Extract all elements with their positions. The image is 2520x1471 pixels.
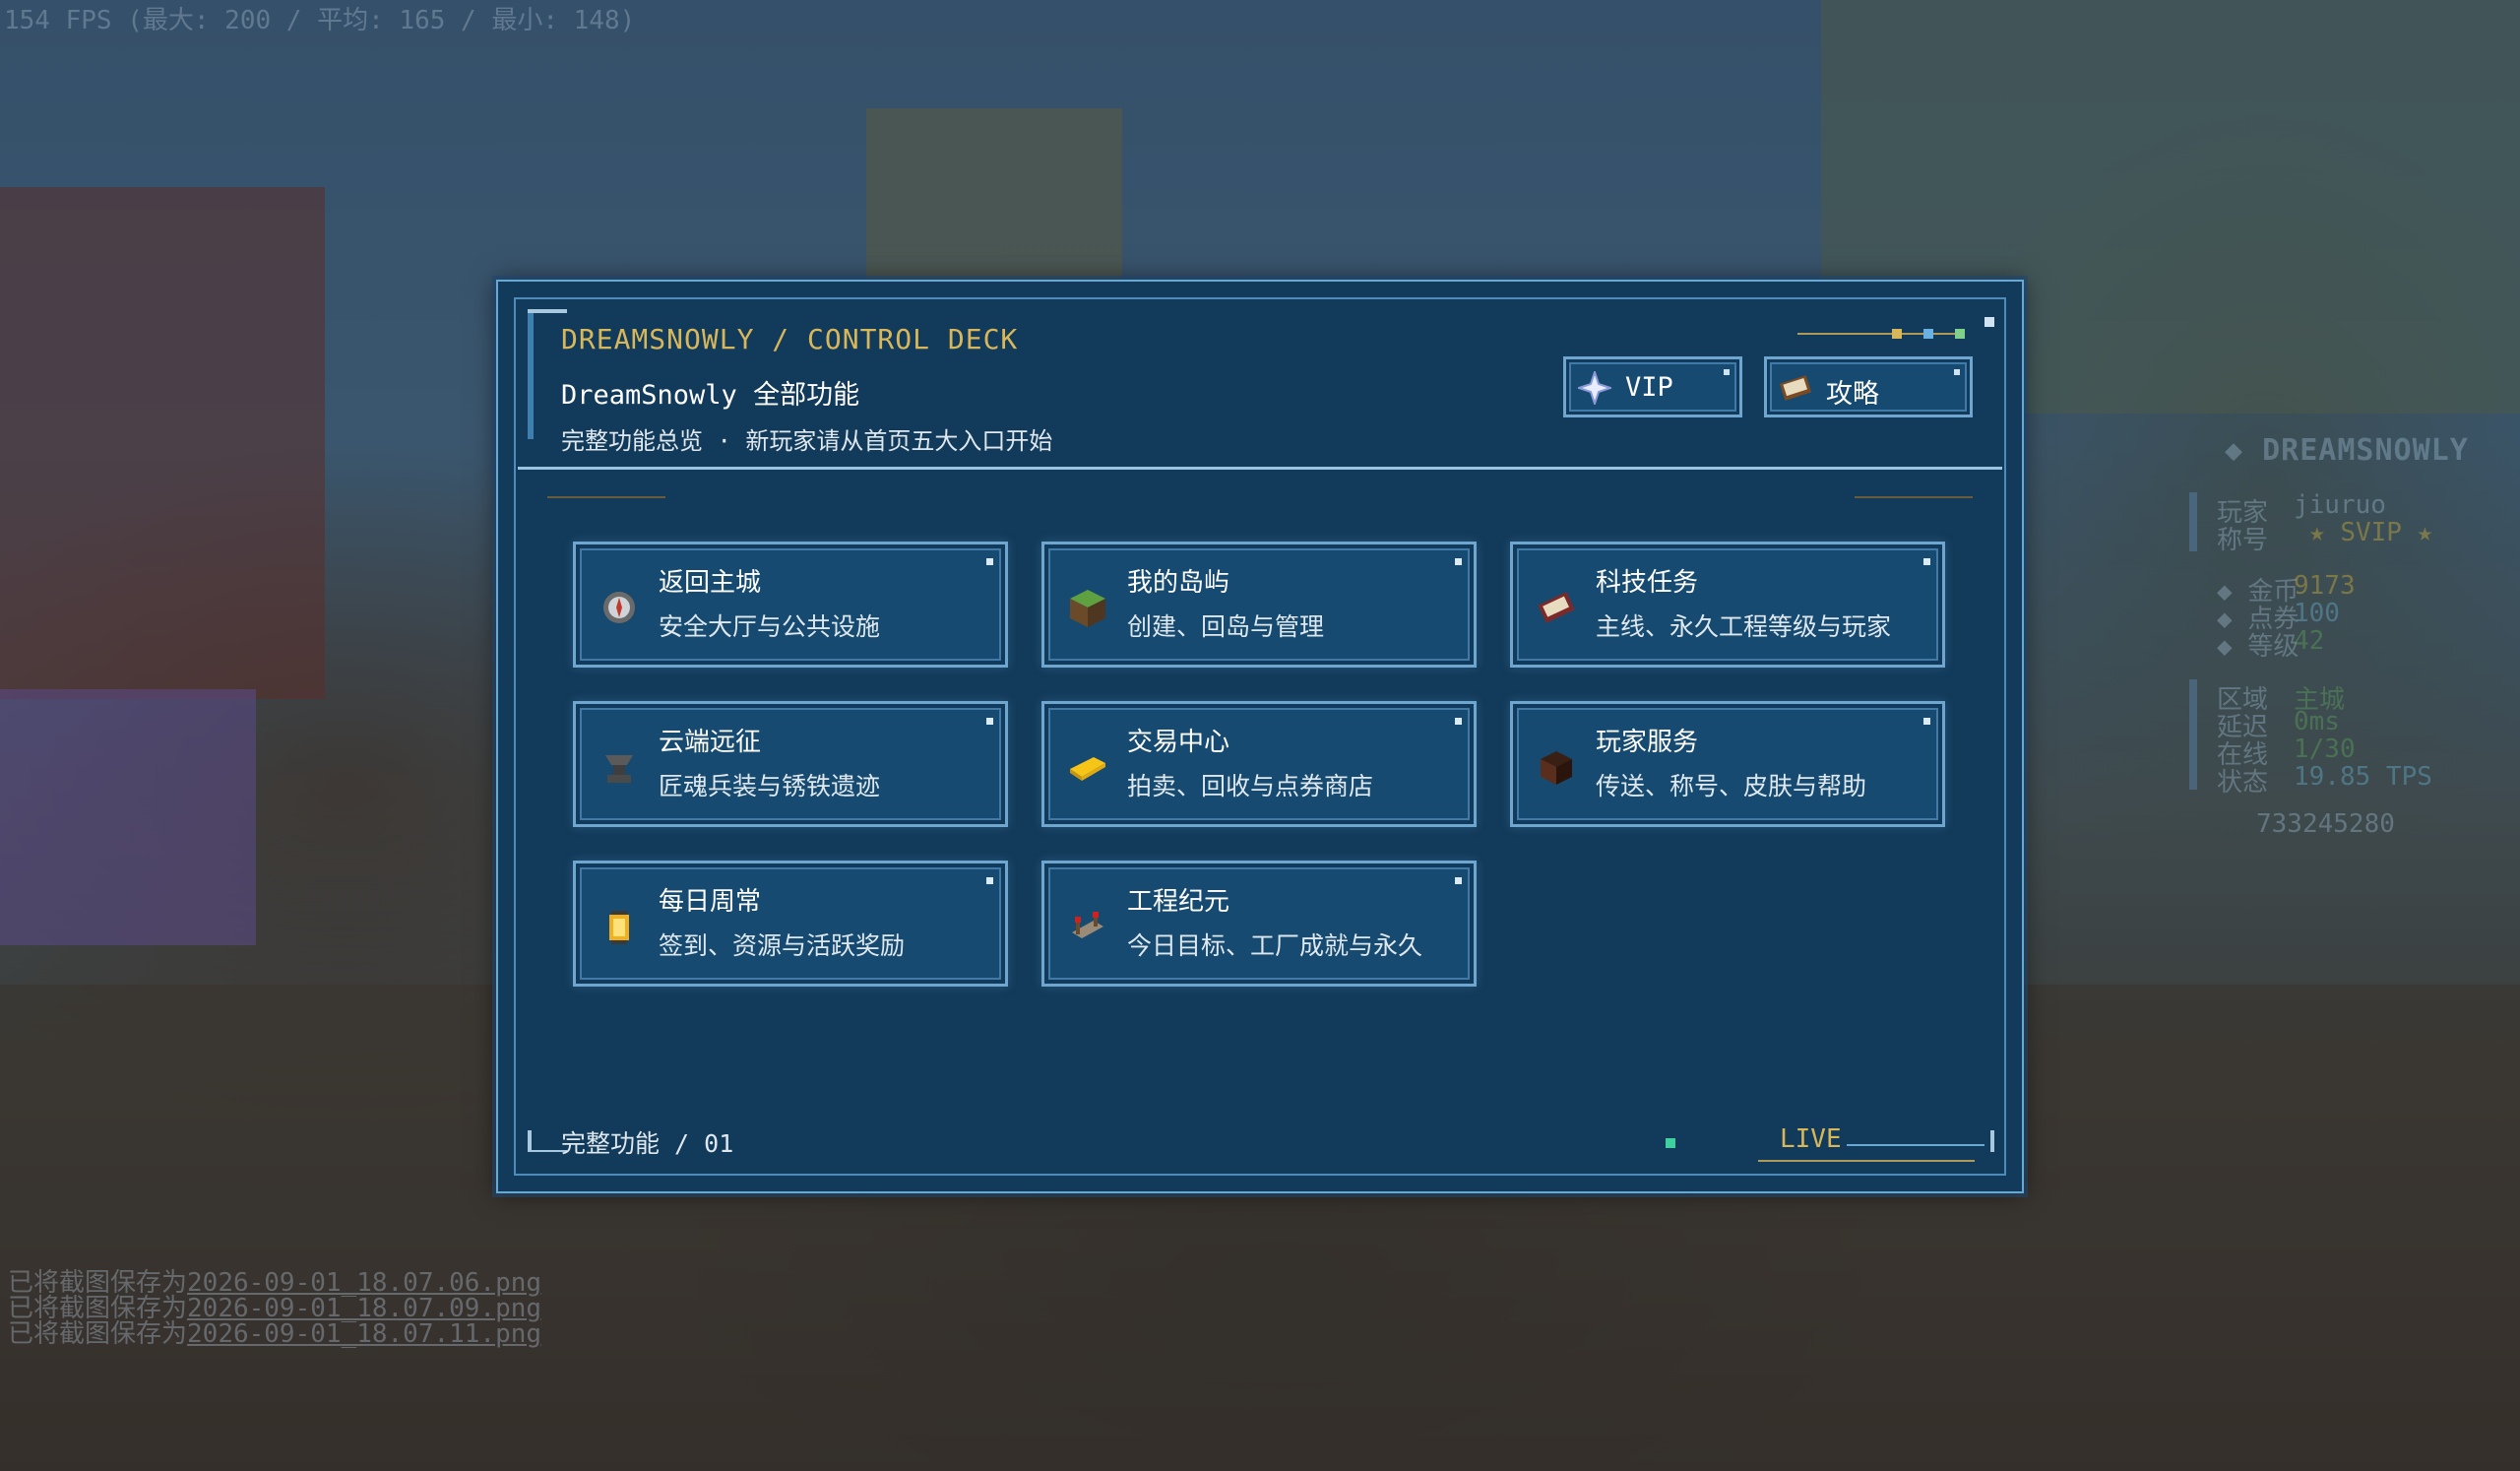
- book-icon: [1538, 592, 1575, 623]
- sparkle-icon: [1578, 371, 1611, 405]
- card-dot: [986, 877, 993, 884]
- panel-title-en: DREAMSNOWLY / CONTROL DECK: [561, 323, 1019, 355]
- card-description: 匠魂兵装与锈铁遗迹: [659, 772, 881, 800]
- menu-card-cloud-expedition[interactable]: 云端远征 匠魂兵装与锈铁遗迹: [573, 701, 1008, 827]
- card-description: 安全大厅与公共设施: [659, 612, 881, 641]
- compass-icon: [603, 592, 635, 623]
- header-accent-bar: [528, 311, 534, 439]
- card-title: 玩家服务: [1596, 728, 1699, 757]
- gold-ingot-icon: [1070, 757, 1105, 781]
- building-block: [0, 187, 325, 699]
- grass-block-icon: [1070, 590, 1105, 627]
- guide-button[interactable]: 攻略: [1764, 356, 1973, 417]
- card-dot: [1455, 718, 1462, 725]
- chat-line: 已将截图保存为2026-09-01_18.07.06.png: [8, 1270, 541, 1296]
- deco-line: [1797, 333, 1965, 335]
- chat-line: 已将截图保存为2026-09-01_18.07.09.png: [8, 1296, 541, 1321]
- card-description: 拍卖、回收与点券商店: [1127, 772, 1374, 800]
- hud-ping-value: 0ms: [2294, 707, 2340, 736]
- card-description: 传送、称号、皮肤与帮助: [1596, 772, 1867, 800]
- card-title: 交易中心: [1127, 728, 1230, 757]
- hud-level-label: ◆ 等级: [2217, 632, 2300, 662]
- anvil-icon: [605, 755, 633, 783]
- card-description: 签到、资源与活跃奖励: [659, 931, 906, 960]
- menu-card-tech-quests[interactable]: 科技任务 主线、永久工程等级与玩家: [1510, 542, 1945, 668]
- hud-bar: [2189, 492, 2197, 551]
- panel-subtitle: 完整功能总览 · 新玩家请从首页五大入口开始: [561, 427, 1053, 455]
- deco-dot: [1984, 317, 1994, 327]
- chat-line: 已将截图保存为2026-09-01_18.07.11.png: [8, 1321, 541, 1347]
- fps-counter: 154 FPS (最大: 200 / 平均: 165 / 最小: 148): [4, 6, 636, 35]
- footer-corner-right: [1990, 1130, 1994, 1152]
- player-head-icon: [1541, 751, 1572, 785]
- menu-card-engineering-era[interactable]: 工程纪元 今日目标、工厂成就与永久: [1041, 861, 1477, 987]
- menu-card-player-services[interactable]: 玩家服务 传送、称号、皮肤与帮助: [1510, 701, 1945, 827]
- redstone-icon: [1072, 912, 1103, 938]
- hud-title-value: ★ SVIP ★: [2309, 518, 2433, 547]
- button-dot: [1954, 369, 1960, 375]
- hud-brand: ◆ DREAMSNOWLY: [2225, 433, 2469, 468]
- hud-online-value: 1/30: [2294, 735, 2356, 764]
- menu-card-return-spawn[interactable]: 返回主城 安全大厅与公共设施: [573, 542, 1008, 668]
- corner-decoration: [528, 309, 567, 313]
- control-deck-panel: DREAMSNOWLY / CONTROL DECK DreamSnowly 全…: [496, 280, 2024, 1193]
- footer-line-right: [1847, 1144, 1984, 1146]
- card-description: 创建、回岛与管理: [1127, 612, 1325, 641]
- screenshot-link[interactable]: 2026-09-01_18.07.11.png: [187, 1319, 541, 1349]
- card-dot: [1455, 558, 1462, 565]
- deco-dot: [1892, 329, 1902, 339]
- guide-button-label: 攻略: [1826, 379, 1879, 410]
- flowers-block: [0, 689, 256, 945]
- menu-card-trade-center[interactable]: 交易中心 拍卖、回收与点券商店: [1041, 701, 1477, 827]
- header-divider: [518, 467, 2002, 470]
- lantern-icon: [609, 911, 629, 944]
- chat-log: 已将截图保存为2026-09-01_18.07.06.png 已将截图保存为20…: [8, 1270, 541, 1347]
- hud-status-value: 19.85 TPS: [2294, 762, 2432, 792]
- card-description: 主线、永久工程等级与玩家: [1596, 612, 1892, 641]
- hud-brand-text: DREAMSNOWLY: [2262, 433, 2469, 468]
- hud-status-label: 状态: [2217, 768, 2269, 798]
- card-dot: [986, 558, 993, 565]
- footer-live-underline: [1758, 1160, 1975, 1162]
- vip-button-label: VIP: [1625, 372, 1673, 403]
- menu-card-daily-weekly[interactable]: 每日周常 签到、资源与活跃奖励: [573, 861, 1008, 987]
- hud-points-value: 100: [2294, 599, 2340, 628]
- card-title: 每日周常: [659, 887, 762, 917]
- deco-dot: [1923, 329, 1933, 339]
- card-title: 返回主城: [659, 568, 762, 598]
- hud-gold-value: 9173: [2294, 571, 2356, 601]
- status-dot: [1666, 1138, 1675, 1148]
- menu-card-my-island[interactable]: 我的岛屿 创建、回岛与管理: [1041, 542, 1477, 668]
- card-title: 工程纪元: [1127, 887, 1230, 917]
- hud-level-label-text: 等级: [2247, 632, 2300, 662]
- chat-prefix: 已将截图保存为: [8, 1319, 188, 1349]
- vip-button[interactable]: VIP: [1563, 356, 1742, 417]
- footer-page-indicator: 完整功能 / 01: [561, 1129, 734, 1158]
- card-title: 科技任务: [1596, 568, 1699, 598]
- card-description: 今日目标、工厂成就与永久: [1127, 931, 1423, 960]
- card-dot: [986, 718, 993, 725]
- header-decoration: [1797, 317, 1994, 351]
- button-dot: [1724, 369, 1730, 375]
- card-dot: [1923, 558, 1930, 565]
- rock-block: [866, 108, 1122, 286]
- card-dot: [1923, 718, 1930, 725]
- scoreboard-hud: ◆ DREAMSNOWLY 玩家 jiuruo 称号 ★ SVIP ★ ◆ 金币…: [2187, 433, 2520, 857]
- divider-accent-right: [1855, 496, 1973, 498]
- hud-id-number: 733245280: [2256, 809, 2395, 839]
- card-title: 我的岛屿: [1127, 568, 1230, 598]
- hud-level-value: 42: [2294, 626, 2325, 656]
- hud-bar: [2189, 679, 2197, 790]
- book-icon: [1779, 375, 1812, 401]
- hud-title-text: SVIP: [2340, 518, 2402, 547]
- card-dot: [1455, 877, 1462, 884]
- panel-title: DreamSnowly 全部功能: [561, 380, 860, 411]
- hud-title-label: 称号: [2217, 526, 2269, 555]
- card-title: 云端远征: [659, 728, 762, 757]
- deco-dot: [1955, 329, 1965, 339]
- footer-corner-left: [528, 1130, 532, 1152]
- hud-player-value: jiuruo: [2294, 490, 2386, 520]
- divider-accent-left: [547, 496, 665, 498]
- live-indicator: LIVE: [1780, 1124, 1842, 1154]
